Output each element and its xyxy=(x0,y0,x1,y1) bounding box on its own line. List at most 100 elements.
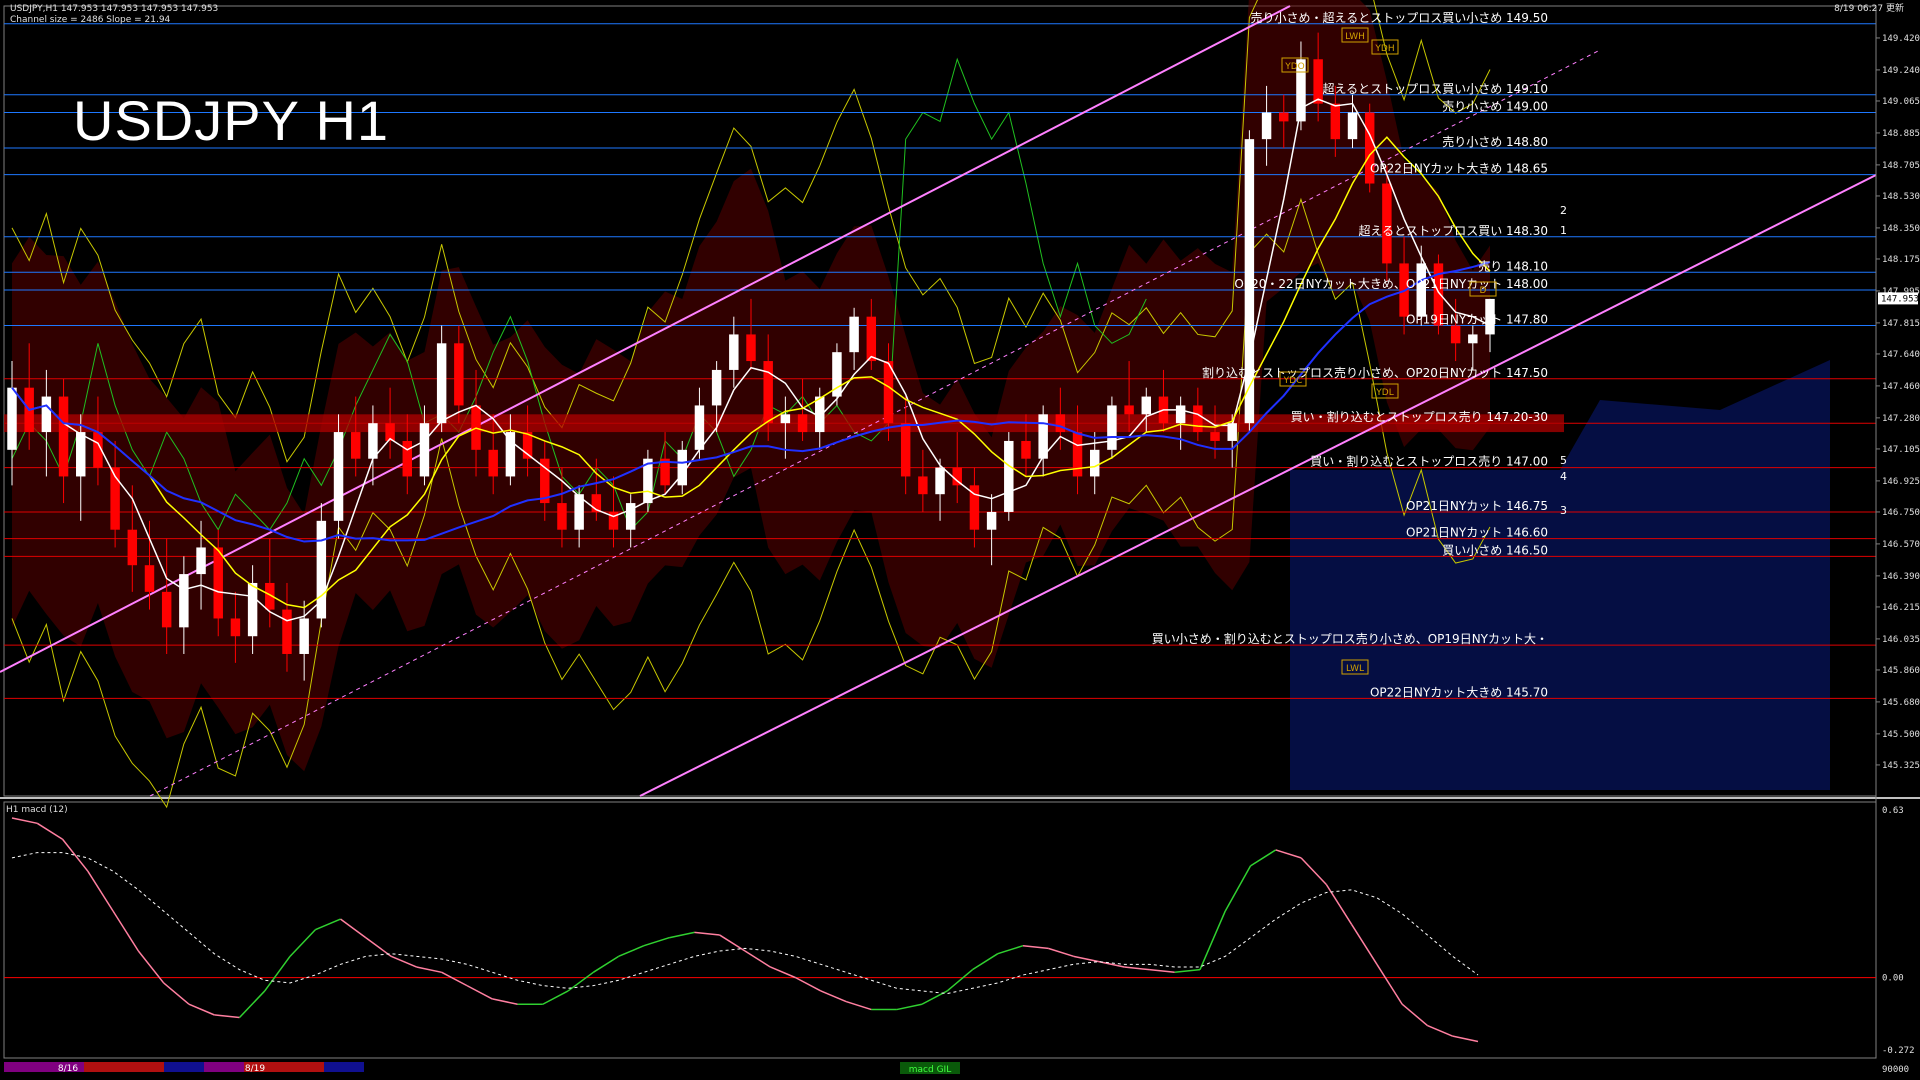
macd-line-segment xyxy=(1199,910,1226,970)
axis-tick-label: 147.280 xyxy=(1882,414,1920,424)
time-segment xyxy=(4,1062,44,1072)
axis-tick-label: 147.105 xyxy=(1882,445,1920,455)
level-label: OP19日NYカット 147.80 xyxy=(1406,313,1548,327)
macd-tick-label: 0.00 xyxy=(1882,974,1904,984)
level-label: 超えるとストップロス買い 148.30 xyxy=(1359,223,1548,238)
candle-body xyxy=(76,432,86,477)
macd-line-segment xyxy=(845,1000,872,1011)
candle-body xyxy=(213,547,223,619)
macd-line-segment xyxy=(390,955,417,968)
axis-tick-label: 145.325 xyxy=(1882,761,1920,771)
macd-line-segment xyxy=(112,910,140,952)
candle-body xyxy=(1330,103,1341,140)
level-label: OP20・22日NYカット大きめ、OP21日NYカット 148.00 xyxy=(1234,277,1548,291)
level-label: 買い小さめ 146.50 xyxy=(1442,543,1548,557)
candle-body xyxy=(1141,396,1152,415)
macd-line-segment xyxy=(567,971,594,992)
axis-tick-label: 149.240 xyxy=(1882,66,1920,76)
macd-line-segment xyxy=(669,931,695,939)
candle-body xyxy=(1468,334,1478,344)
candle-body xyxy=(127,529,138,566)
macd-line-segment xyxy=(1300,857,1327,886)
macd-frame xyxy=(3,801,1877,1059)
candle-body xyxy=(918,476,928,495)
axis-tick-label: 148.885 xyxy=(1882,129,1920,139)
macd-line-segment xyxy=(365,937,392,957)
price-chart-svg: 売り小さめ・超えるとストップロス買い小さめ 149.50 超えるとストップロス買い… xyxy=(0,0,1920,1075)
macd-line-segment xyxy=(1224,865,1252,912)
candle-body xyxy=(935,467,945,495)
axis-tick-label: 149.065 xyxy=(1882,97,1920,107)
macd-line-segment xyxy=(1149,968,1175,974)
candle-body xyxy=(179,574,189,628)
time-segment xyxy=(324,1062,364,1072)
candle-body xyxy=(1089,449,1100,477)
macd-line-segment xyxy=(997,944,1024,955)
candle-body xyxy=(1261,112,1272,140)
time-segment xyxy=(284,1062,324,1072)
macd-line-segment xyxy=(492,998,518,1005)
candle-body xyxy=(986,511,997,530)
axis-tick-label: 149.420 xyxy=(1882,34,1920,44)
candle-body xyxy=(625,503,636,530)
marker-label: LWH xyxy=(1345,32,1365,42)
candle-body xyxy=(849,316,859,353)
time-segment xyxy=(124,1062,164,1072)
axis-tick-label: 146.035 xyxy=(1882,635,1920,645)
macd-line-segment xyxy=(340,918,367,939)
candle-body xyxy=(1072,432,1083,477)
level-label: 売り 148.10 xyxy=(1478,258,1548,273)
channel-info: Channel size = 2486 Slope = 21.94 xyxy=(10,15,171,25)
candle-body xyxy=(247,582,258,637)
macd-tick-label: 0.63 xyxy=(1882,806,1904,816)
macd-line-segment xyxy=(416,966,442,974)
candle-body xyxy=(1175,405,1186,424)
axis-tick-label: 148.530 xyxy=(1882,192,1920,202)
symbol-header: USDJPY,H1 147.953 147.953 147.953 147.95… xyxy=(10,4,219,14)
level-label: 買い・割り込むとストップロス売り 147.00 xyxy=(1310,454,1548,469)
axis-tick-label: 147.460 xyxy=(1882,382,1920,392)
macd-line-segment xyxy=(1401,1003,1428,1027)
candle-body xyxy=(7,387,17,450)
level-label: 買い小さめ・割り込むとストップロス売り小さめ、OP19日NYカット大・ xyxy=(1152,631,1548,646)
level-label: 超えるとストップロス買い小さめ 149.10 xyxy=(1323,81,1548,96)
footer-tab-label: macd GIL xyxy=(909,1065,951,1075)
candle-body xyxy=(41,396,52,433)
macd-line-segment xyxy=(315,918,341,931)
candle-body xyxy=(454,343,464,406)
wave-label: 5 xyxy=(1560,454,1567,467)
macd-line-segment xyxy=(1427,1024,1454,1037)
axis-tick-label: 147.640 xyxy=(1882,350,1920,360)
marker-label: YDL xyxy=(1375,388,1393,398)
time-label: 8/16 xyxy=(58,1064,78,1074)
macd-line-segment xyxy=(744,950,771,968)
macd-line-segment xyxy=(946,969,973,992)
level-label: OP21日NYカット 146.75 xyxy=(1406,499,1548,513)
candle-body xyxy=(1021,440,1031,459)
axis-tick-label: 146.750 xyxy=(1882,508,1920,518)
time-segment xyxy=(164,1062,204,1072)
price-axis: 149.420 149.240 149.065 148.885 148.705 148.5… xyxy=(1875,6,1920,1058)
candle-body xyxy=(402,440,413,477)
macd-line-segment xyxy=(542,990,569,1005)
macd-line-segment xyxy=(214,1014,240,1019)
level-label: 売り小さめ 148.80 xyxy=(1442,134,1548,149)
macd-line-segment xyxy=(11,817,38,825)
candle-body xyxy=(711,369,722,406)
wave-label: 1 xyxy=(1560,224,1567,237)
axis-tick-label: 148.350 xyxy=(1882,224,1920,234)
macd-line-segment xyxy=(466,984,493,1000)
macd-line-segment xyxy=(1325,884,1353,925)
level-label: 売り小さめ・超えるとストップロス買い小さめ 149.50 xyxy=(1251,10,1548,25)
candle-body xyxy=(780,414,791,424)
candle-body xyxy=(144,565,155,592)
macd-panel: 0.63 0.00 -0.272 xyxy=(4,806,1915,1056)
candle-body xyxy=(1107,405,1117,450)
candle-body xyxy=(797,414,808,433)
level-label: OP21日NYカット 146.60 xyxy=(1406,526,1548,540)
update-timestamp: 8/19 06:27 更新 xyxy=(1834,4,1904,14)
macd-line-segment xyxy=(795,976,822,992)
macd-line-segment xyxy=(1174,968,1201,974)
candle-body xyxy=(1210,432,1220,441)
macd-line-segment xyxy=(61,838,89,872)
